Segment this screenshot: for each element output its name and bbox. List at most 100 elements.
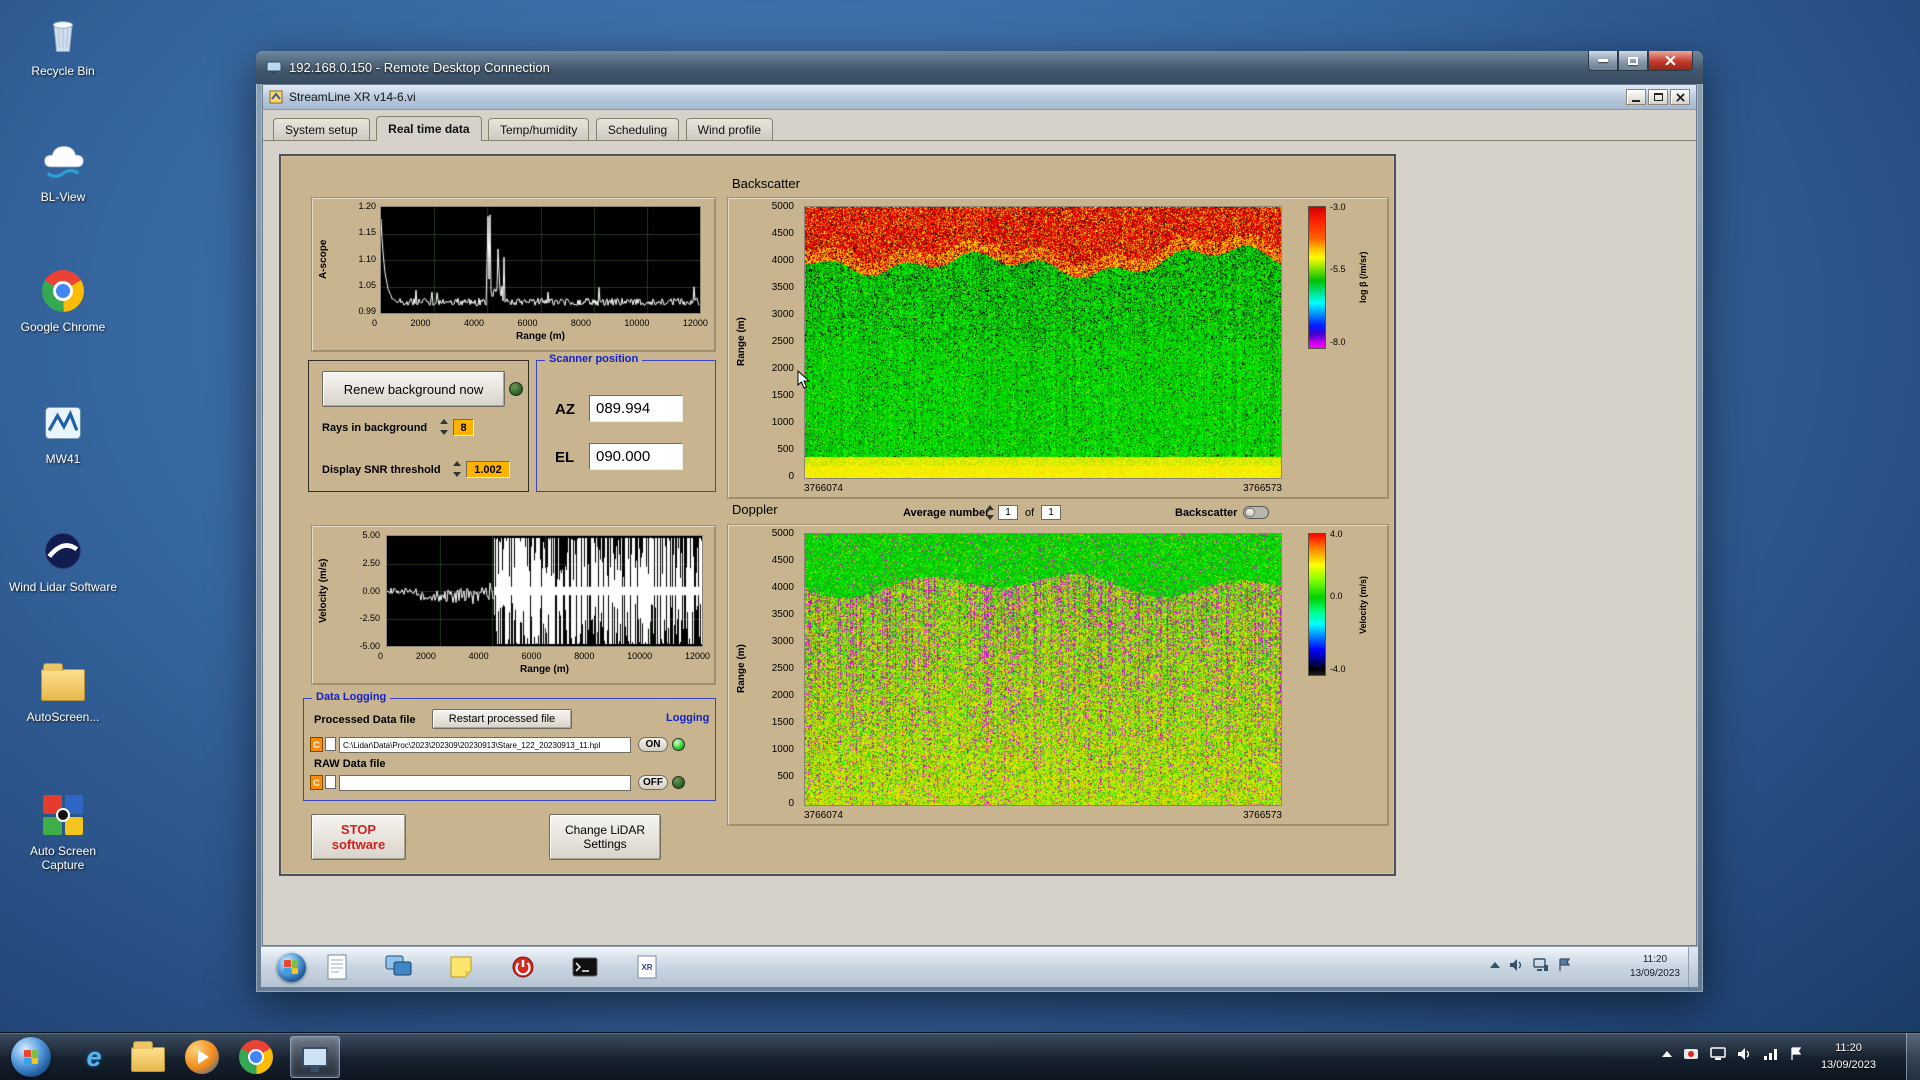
app-titlebar[interactable]: StreamLine XR v14-6.vi: [263, 85, 1696, 110]
taskbar-chrome-icon[interactable]: [234, 1036, 278, 1078]
tray-flag-icon[interactable]: [1790, 1047, 1802, 1061]
raw-file-browse-icon[interactable]: [325, 775, 336, 789]
processed-logging-on-switch[interactable]: ON: [638, 737, 668, 752]
desktop-icon-auto-screen-capture[interactable]: Auto Screen Capture: [8, 790, 118, 873]
desktop-icon-label: Google Chrome: [8, 320, 118, 334]
tab-temp-humidity[interactable]: Temp/humidity: [488, 118, 589, 142]
auto-screen-capture-icon: [38, 790, 88, 840]
remote-flag-icon[interactable]: [1558, 958, 1570, 972]
rdp-window: 192.168.0.150 - Remote Desktop Connectio…: [256, 51, 1703, 992]
ascope-y-axis-title: A-scope: [318, 206, 329, 312]
start-button[interactable]: [8, 1036, 54, 1078]
tray-caret-icon[interactable]: [1662, 1051, 1672, 1057]
doppler-colorbar: [1308, 533, 1326, 676]
rays-value-field[interactable]: 8: [453, 419, 474, 436]
remote-start-button[interactable]: [273, 952, 309, 982]
ascope-x-ticks: 0 2000 4000 6000 8000 10000 12000: [372, 318, 708, 328]
tab-system-setup[interactable]: System setup: [273, 118, 370, 142]
snr-value-field[interactable]: 1.002: [466, 461, 510, 478]
rdp-close-button[interactable]: [1648, 51, 1693, 71]
rays-spinner[interactable]: [440, 419, 450, 435]
remote-tray: [1490, 958, 1570, 972]
velocity-x-axis-title: Range (m): [386, 664, 703, 675]
rdp-maximize-button[interactable]: [1618, 51, 1648, 71]
az-value-field[interactable]: 089.994: [589, 395, 683, 422]
desktop-icon-label: AutoScreen...: [8, 710, 118, 724]
rdp-window-icon: [266, 61, 282, 75]
renew-background-button[interactable]: Renew background now: [322, 371, 505, 407]
rdp-titlebar[interactable]: 192.168.0.150 - Remote Desktop Connectio…: [256, 51, 1703, 84]
taskbar-clock[interactable]: 11:20 13/09/2023: [1821, 1040, 1876, 1073]
tab-wind-profile[interactable]: Wind profile: [686, 118, 773, 142]
velocity-plot[interactable]: [386, 535, 703, 647]
remote-show-desktop-button[interactable]: [1688, 947, 1698, 987]
remote-volume-icon[interactable]: [1509, 958, 1524, 972]
remote-command-prompt-icon[interactable]: [567, 952, 603, 982]
taskbar-rdp-button[interactable]: [290, 1036, 340, 1078]
doppler-y-ticks: 5000 4500 4000 3500 3000 2500 2000 1500 …: [756, 528, 794, 809]
background-controls-group: Renew background now Rays in background …: [308, 360, 529, 492]
processed-file-browse-icon[interactable]: [325, 737, 336, 751]
taskbar: e 11:20 13/09/2023: [0, 1032, 1920, 1080]
desktop-icon-autoscreen[interactable]: AutoScreen...: [8, 656, 118, 724]
remote-sticky-notes-icon[interactable]: [443, 952, 479, 982]
desktop-icon-label: Recycle Bin: [8, 64, 118, 78]
average-number-field[interactable]: 1: [998, 505, 1018, 520]
tray-volume-icon[interactable]: [1737, 1047, 1752, 1061]
remote-desktop: StreamLine XR v14-6.vi System setup Real…: [261, 84, 1698, 987]
backscatter-doppler-toggle[interactable]: [1243, 506, 1269, 519]
app-close-button[interactable]: [1670, 89, 1690, 105]
app-minimize-button[interactable]: [1626, 89, 1646, 105]
tab-real-time-data[interactable]: Real time data: [376, 116, 481, 141]
tray-network-icon[interactable]: [1763, 1047, 1779, 1061]
desktop-icon-mw41[interactable]: MW41: [8, 398, 118, 466]
remote-network-icon[interactable]: [1533, 958, 1549, 972]
taskbar-ie-icon[interactable]: e: [72, 1036, 116, 1078]
desktop-icon-label: Auto Screen Capture: [8, 844, 118, 873]
taskbar-wmp-icon[interactable]: [180, 1036, 224, 1078]
desktop-icon-label: Wind Lidar Software: [8, 580, 118, 594]
remote-clock[interactable]: 11:20 13/09/2023: [1630, 953, 1680, 981]
ascope-y-ticks: 1.20 1.15 1.10 1.05 0.99: [342, 201, 376, 316]
desktop-icon-bl-view[interactable]: BL-View: [8, 136, 118, 204]
desktop-icon-google-chrome[interactable]: Google Chrome: [8, 266, 118, 334]
raw-logging-off-switch[interactable]: OFF: [638, 775, 668, 790]
stop-software-button[interactable]: STOP software: [311, 814, 406, 860]
backscatter-colorbar-title: log β (/m/sr): [1358, 206, 1368, 349]
desktop-icon-recycle-bin[interactable]: Recycle Bin: [8, 10, 118, 78]
velocity-y-axis-title: Velocity (m/s): [318, 535, 329, 647]
average-total-field[interactable]: 1: [1041, 505, 1061, 520]
backscatter-x-labels: 3766074 3766573: [804, 483, 1282, 494]
change-lidar-settings-button[interactable]: Change LiDAR Settings: [549, 814, 661, 860]
raw-file-path-field[interactable]: [339, 775, 631, 791]
rdp-minimize-button[interactable]: [1588, 51, 1618, 71]
tray-display-icon[interactable]: [1710, 1047, 1726, 1061]
raw-drive-selector[interactable]: C: [310, 775, 323, 790]
restart-processed-file-button[interactable]: Restart processed file: [432, 709, 572, 729]
tray-app-icon[interactable]: [1683, 1047, 1699, 1061]
remote-notepad-icon[interactable]: [319, 952, 355, 982]
remote-xr-file-icon[interactable]: XR: [629, 952, 665, 982]
doppler-heatmap[interactable]: [804, 533, 1282, 806]
show-desktop-button[interactable]: [1906, 1033, 1920, 1080]
renew-led-indicator: [509, 382, 523, 396]
logging-label: Logging: [666, 712, 709, 724]
snr-spinner[interactable]: [453, 461, 463, 477]
taskbar-explorer-icon[interactable]: [126, 1036, 170, 1078]
average-number-spinner[interactable]: [986, 505, 996, 520]
raw-data-file-label: RAW Data file: [314, 758, 386, 770]
processed-file-path-field[interactable]: C:\Lidar\Data\Proc\2023\202309\20230913\…: [339, 737, 631, 753]
processed-drive-selector[interactable]: C: [310, 737, 323, 752]
app-restore-button[interactable]: [1648, 89, 1668, 105]
app-window-icon: [269, 90, 283, 104]
ascope-plot[interactable]: [380, 206, 701, 314]
desktop-icon-label: MW41: [8, 452, 118, 466]
el-value-field[interactable]: 090.000: [589, 443, 683, 470]
tab-scheduling[interactable]: Scheduling: [596, 118, 679, 142]
ascope-x-axis-title: Range (m): [380, 331, 701, 342]
remote-tray-caret-icon[interactable]: [1490, 962, 1500, 968]
remote-power-icon[interactable]: [505, 952, 541, 982]
remote-monitors-icon[interactable]: [381, 952, 417, 982]
backscatter-heatmap[interactable]: [804, 206, 1282, 479]
desktop-icon-wind-lidar[interactable]: Wind Lidar Software: [8, 526, 118, 594]
